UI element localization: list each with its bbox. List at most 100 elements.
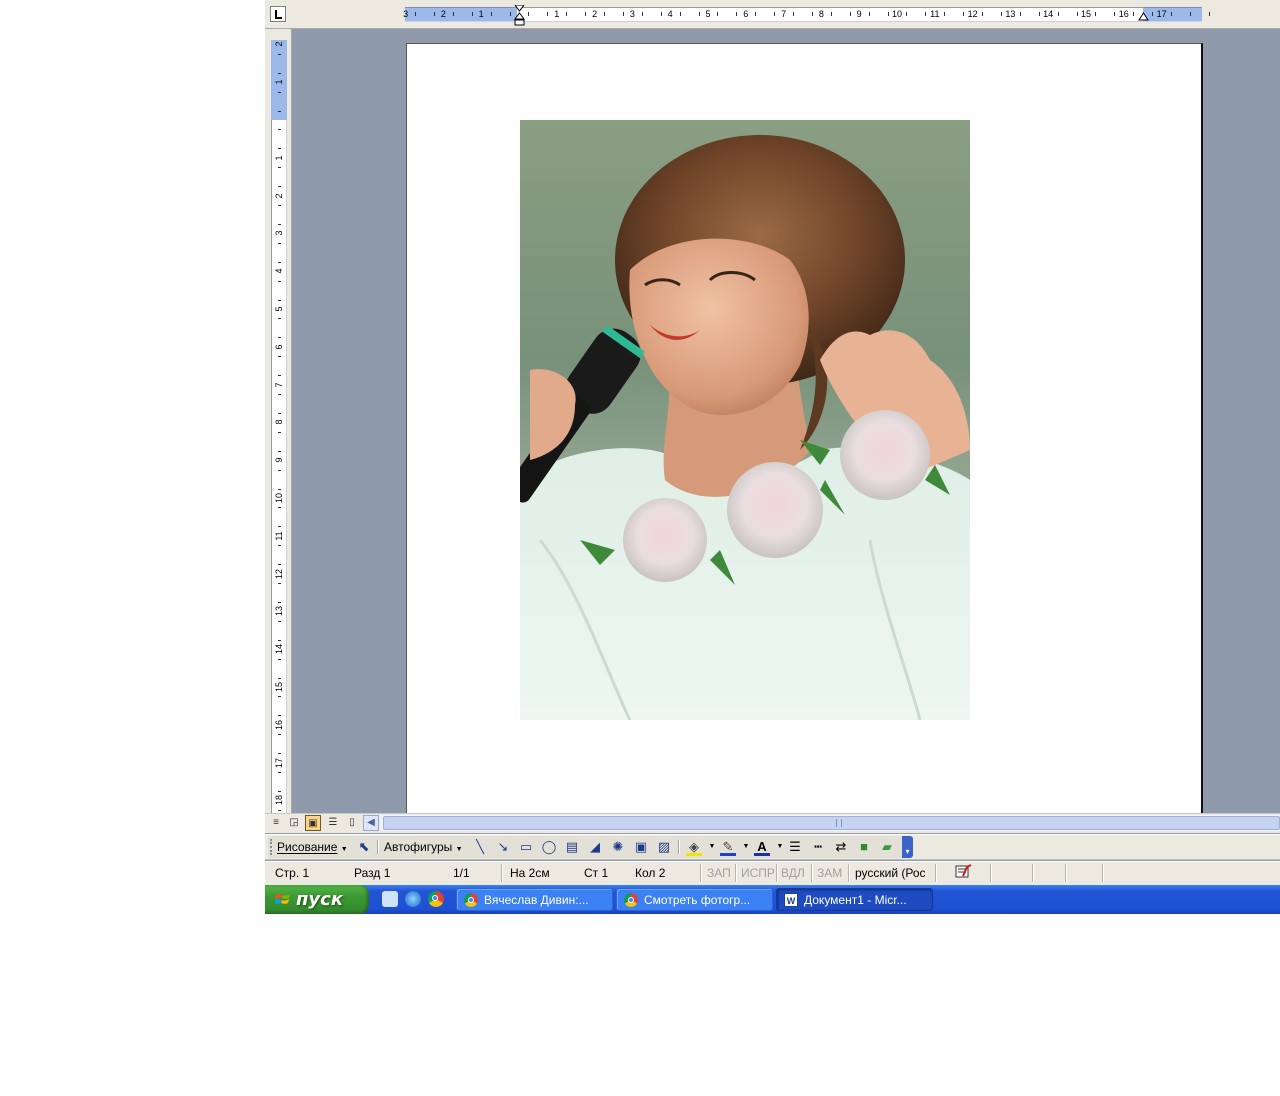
ruler-tick xyxy=(278,356,281,357)
ruler-tick xyxy=(1114,12,1115,16)
ruler-number: 15 xyxy=(1080,9,1091,19)
chrome-quicklaunch-icon[interactable] xyxy=(428,891,444,907)
ruler-number: 2 xyxy=(274,41,284,47)
reading-layout-icon: ▯ xyxy=(349,817,355,828)
ruler-number: 2 xyxy=(592,9,598,19)
rectangle-icon[interactable]: ▭ xyxy=(517,838,535,856)
toolbar-separator xyxy=(678,840,680,854)
ruler-number: 7 xyxy=(781,9,787,19)
ruler-tick xyxy=(278,262,281,263)
print-layout-button[interactable]: ▣ xyxy=(305,815,321,831)
autoshapes-menu-button[interactable]: Автофигуры ▼ xyxy=(384,838,463,856)
ruler-number: 12 xyxy=(967,9,978,19)
left-indent-marker[interactable] xyxy=(514,5,525,26)
line-color-swatch xyxy=(720,853,736,856)
taskbar-button-0[interactable]: Вячеслав Дивин:... xyxy=(456,888,613,911)
ruler-tick xyxy=(793,12,794,16)
normal-view-button[interactable]: ≡ xyxy=(268,815,284,831)
ruler-tick xyxy=(278,148,281,149)
ruler-number: 4 xyxy=(667,9,673,19)
ruler-tick xyxy=(510,12,511,16)
status-separator xyxy=(700,864,702,882)
status-extend-selection[interactable]: ВДЛ xyxy=(781,864,805,882)
ruler-tick xyxy=(1095,12,1096,16)
ruler-tick xyxy=(278,432,281,433)
chrome-icon xyxy=(464,893,478,907)
ruler-number: 1 xyxy=(478,9,484,19)
fill-color-swatch xyxy=(686,853,702,856)
ruler-tick xyxy=(944,12,945,16)
spelling-check-icon[interactable] xyxy=(954,864,974,880)
status-overtype[interactable]: ЗАМ xyxy=(817,864,842,882)
ruler-number: 8 xyxy=(818,9,824,19)
ruler-tick xyxy=(278,186,281,187)
ruler-tick xyxy=(453,12,454,16)
ruler-number: 10 xyxy=(891,9,902,19)
status-separator xyxy=(990,864,992,882)
ruler-tick xyxy=(278,678,281,679)
wordart-icon[interactable]: ◢ xyxy=(586,838,604,856)
toolbar-options-button[interactable]: ▾ xyxy=(902,836,913,858)
line-style-icon[interactable]: ☰ xyxy=(786,838,804,856)
3d-icon[interactable]: ▰ xyxy=(878,838,896,856)
shadow-icon[interactable]: ■ xyxy=(855,838,873,856)
show-desktop-icon[interactable] xyxy=(382,891,398,907)
ruler-number: 9 xyxy=(856,9,862,19)
oval-icon[interactable]: ◯ xyxy=(540,838,558,856)
ruler-tick xyxy=(278,470,281,471)
print-layout-icon: ▣ xyxy=(308,818,318,829)
diagram-icon[interactable]: ✺ xyxy=(609,838,627,856)
horizontal-scrollbar-thumb[interactable] xyxy=(383,816,1280,830)
ruler-tick xyxy=(566,12,567,16)
taskbar-button-1[interactable]: Смотреть фотогр... xyxy=(616,888,773,911)
ruler-tick xyxy=(547,12,548,16)
status-language[interactable]: русский (Рос xyxy=(855,864,926,882)
outline-view-button[interactable]: ☰ xyxy=(325,815,341,831)
right-indent-marker[interactable] xyxy=(1138,12,1149,22)
ruler-tick xyxy=(278,545,281,546)
ruler-number: 7 xyxy=(274,382,284,388)
arrow-style-icon[interactable]: ⇄ xyxy=(832,838,850,856)
tab-stop-selector[interactable] xyxy=(270,6,286,22)
arrow-icon[interactable]: ↘ xyxy=(494,838,512,856)
select-objects-icon[interactable]: ⬉ xyxy=(355,838,373,856)
dash-style-icon[interactable]: ┅ xyxy=(809,838,827,856)
ruler-tick xyxy=(869,12,870,16)
web-layout-button[interactable]: ◲ xyxy=(286,815,302,831)
ruler-number: 9 xyxy=(274,457,284,463)
ruler-tick xyxy=(278,224,281,225)
ruler-number: 5 xyxy=(274,306,284,312)
draw-menu-button[interactable]: Рисование ▼ xyxy=(277,838,348,856)
internet-explorer-icon[interactable] xyxy=(405,891,421,907)
ruler-tick xyxy=(278,791,281,792)
inserted-picture[interactable] xyxy=(520,120,970,720)
ruler-number: 1 xyxy=(274,79,284,85)
ruler-tick xyxy=(278,167,281,168)
ruler-number: 3 xyxy=(403,9,409,19)
ruler-tick xyxy=(278,696,281,697)
ruler-tick xyxy=(1020,12,1021,16)
picture-icon[interactable]: ▨ xyxy=(655,838,673,856)
status-record-macro[interactable]: ЗАП xyxy=(707,864,731,882)
ruler-tick xyxy=(278,111,281,112)
text-box-icon[interactable]: ▤ xyxy=(563,838,581,856)
ruler-tick xyxy=(278,602,281,603)
status-track-changes[interactable]: ИСПР xyxy=(741,864,775,882)
toolbar-grip[interactable] xyxy=(270,839,272,855)
taskbar-button-label: Документ1 - Micr... xyxy=(804,893,907,907)
ruler-number: 13 xyxy=(274,606,284,617)
ruler-tick xyxy=(434,12,435,16)
clip-art-icon[interactable]: ▣ xyxy=(632,838,650,856)
ruler-tick xyxy=(278,526,281,527)
word-icon xyxy=(784,890,798,910)
scroll-left-button[interactable]: ◀ xyxy=(363,815,379,831)
reading-layout-button[interactable]: ▯ xyxy=(344,815,360,831)
start-label: пуск xyxy=(296,889,344,910)
ruler-number: 16 xyxy=(274,719,284,730)
ruler-number: 1 xyxy=(554,9,560,19)
line-icon[interactable]: ╲ xyxy=(471,838,489,856)
ruler-tick xyxy=(736,12,737,16)
taskbar-button-2[interactable]: Документ1 - Micr... xyxy=(776,888,933,911)
ruler-tick xyxy=(661,12,662,16)
ruler-tick xyxy=(680,12,681,16)
